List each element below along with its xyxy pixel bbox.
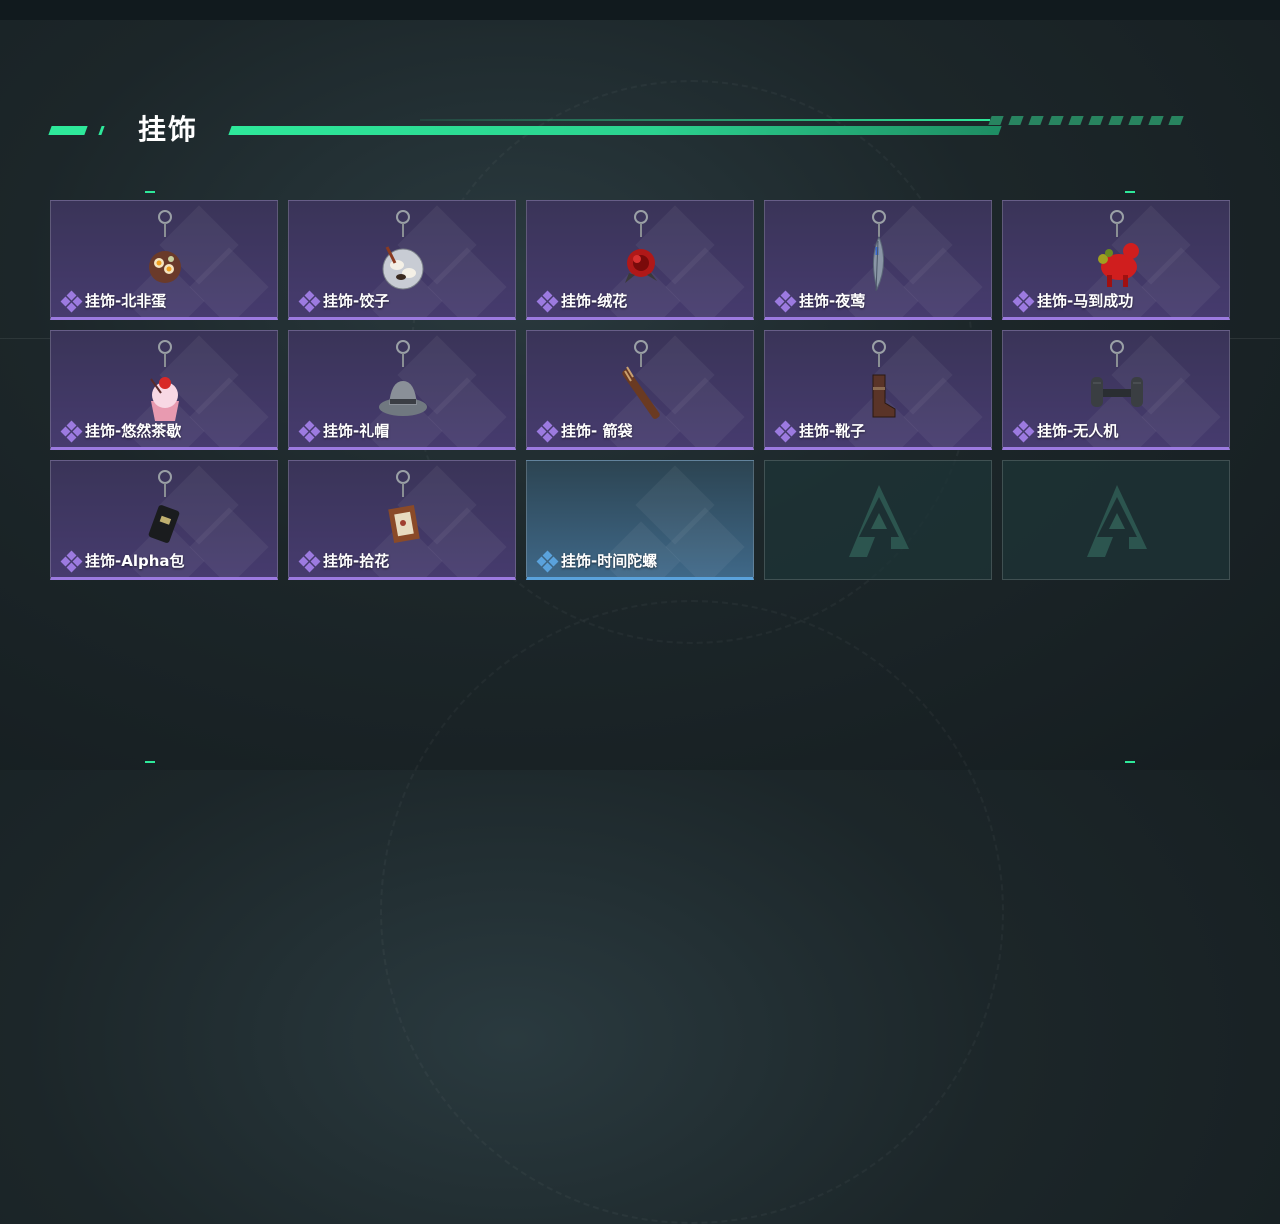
header-thin-line xyxy=(420,119,990,121)
charm-label: 挂饰-靴子 xyxy=(774,420,866,442)
rarity-diamond-icon xyxy=(1012,290,1035,312)
rarity-diamond-icon xyxy=(536,290,559,312)
charm-label: 挂饰-无人机 xyxy=(1012,420,1119,442)
header-accent-line xyxy=(228,126,1002,135)
rarity-diamond-icon xyxy=(60,550,83,572)
corner-mark xyxy=(1125,761,1135,763)
charm-name: 挂饰-靴子 xyxy=(799,422,866,440)
charm-slot[interactable]: 挂饰-饺子 xyxy=(288,200,516,320)
charm-label: 挂饰-夜莺 xyxy=(774,290,866,312)
charm-slot[interactable]: 挂饰-夜莺 xyxy=(764,200,992,320)
cupcake-charm-icon xyxy=(135,337,195,427)
boot-charm-icon xyxy=(849,337,909,427)
charm-name: 挂饰-北非蛋 xyxy=(85,292,167,310)
header-accent-bar xyxy=(48,126,88,135)
corner-mark xyxy=(145,191,155,193)
header-checker-pattern xyxy=(988,116,1200,136)
charm-name: 挂饰- 箭袋 xyxy=(561,422,633,440)
charm-slot[interactable]: 挂饰-Alpha包 xyxy=(50,460,278,580)
charm-slot[interactable]: 挂饰-悠然茶歇 xyxy=(50,330,278,450)
charm-label: 挂饰-礼帽 xyxy=(298,420,390,442)
charm-name: 挂饰-悠然茶歇 xyxy=(85,422,182,440)
section-title: 挂饰 xyxy=(138,113,199,146)
background-decoration xyxy=(380,600,1004,1224)
charm-name: 挂饰-夜莺 xyxy=(799,292,866,310)
quiver-charm-icon xyxy=(611,337,671,427)
charm-slot[interactable]: 挂饰-北非蛋 xyxy=(50,200,278,320)
empty-charm-slot[interactable] xyxy=(764,460,992,580)
rarity-diamond-icon xyxy=(1012,420,1035,442)
red-horse-charm-icon xyxy=(1087,207,1147,297)
corner-mark xyxy=(1125,191,1135,193)
charm-label: 挂饰-马到成功 xyxy=(1012,290,1134,312)
charm-slot[interactable]: 挂饰-拾花 xyxy=(288,460,516,580)
charm-label: 挂饰-Alpha包 xyxy=(60,550,185,572)
charm-name: 挂饰-礼帽 xyxy=(323,422,390,440)
corner-mark xyxy=(145,761,155,763)
rarity-diamond-icon xyxy=(536,420,559,442)
charm-label: 挂饰-拾花 xyxy=(298,550,390,572)
rarity-diamond-icon xyxy=(298,420,321,442)
rarity-diamond-icon xyxy=(774,290,797,312)
divider xyxy=(1230,338,1280,339)
fedora-hat-charm-icon xyxy=(373,337,433,427)
charm-slot[interactable]: 挂饰-靴子 xyxy=(764,330,992,450)
charm-slot[interactable]: 挂饰- 箭袋 xyxy=(526,330,754,450)
rarity-diamond-icon xyxy=(60,420,83,442)
rarity-diamond-icon xyxy=(536,550,559,572)
charm-name: 挂饰-拾花 xyxy=(323,552,390,570)
dumpling-plate-charm-icon xyxy=(373,207,433,297)
rarity-diamond-icon xyxy=(298,290,321,312)
picture-frame-charm-icon xyxy=(373,467,433,557)
charm-grid: 挂饰-北非蛋 挂饰-饺子 挂饰-绒花 挂饰-夜莺 挂饰-马到成功挂饰-悠然茶歇 挂饰-礼帽… xyxy=(50,200,1230,580)
red-velvet-flower-charm-icon xyxy=(611,207,671,297)
charm-label: 挂饰-绒花 xyxy=(536,290,628,312)
charm-name: 挂饰-时间陀螺 xyxy=(561,552,658,570)
divider xyxy=(0,338,50,339)
feather-charm-icon xyxy=(849,207,909,297)
charm-label: 挂饰-悠然茶歇 xyxy=(60,420,182,442)
charm-name: 挂饰-无人机 xyxy=(1037,422,1119,440)
charm-slot[interactable]: 挂饰-时间陀螺 xyxy=(526,460,754,580)
charm-slot[interactable]: 挂饰-绒花 xyxy=(526,200,754,320)
charm-label: 挂饰-时间陀螺 xyxy=(536,550,658,572)
header-accent-bar xyxy=(98,126,105,135)
charm-name: 挂饰-马到成功 xyxy=(1037,292,1134,310)
charm-name: 挂饰-Alpha包 xyxy=(85,552,185,570)
rarity-diamond-icon xyxy=(60,290,83,312)
charm-slot[interactable]: 挂饰-礼帽 xyxy=(288,330,516,450)
charm-name: 挂饰-绒花 xyxy=(561,292,628,310)
charm-label: 挂饰-北非蛋 xyxy=(60,290,167,312)
top-bar xyxy=(0,0,1280,20)
drone-charm-icon xyxy=(1087,337,1147,427)
rarity-diamond-icon xyxy=(774,420,797,442)
charm-label: 挂饰- 箭袋 xyxy=(536,420,633,442)
empty-charm-slot[interactable] xyxy=(1002,460,1230,580)
black-pouch-charm-icon xyxy=(135,467,195,557)
charm-slot[interactable]: 挂饰-无人机 xyxy=(1002,330,1230,450)
charm-label: 挂饰-饺子 xyxy=(298,290,390,312)
charm-name: 挂饰-饺子 xyxy=(323,292,390,310)
rarity-diamond-icon xyxy=(298,550,321,572)
egg-dish-charm-icon xyxy=(135,207,195,297)
charm-slot[interactable]: 挂饰-马到成功 xyxy=(1002,200,1230,320)
